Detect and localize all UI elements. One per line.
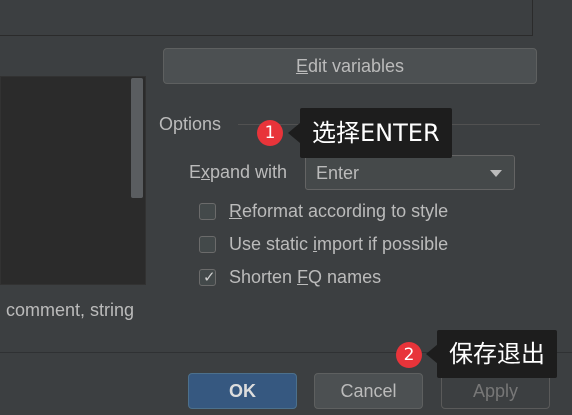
annotation-callout-1: 选择ENTER bbox=[300, 108, 452, 158]
annotation-pointer-1 bbox=[288, 123, 300, 143]
static-import-label-start: Use static bbox=[229, 234, 314, 254]
shorten-fq-checkbox-label[interactable]: Shorten FQ names bbox=[229, 267, 381, 288]
cancel-button[interactable]: Cancel bbox=[314, 373, 423, 409]
ok-button[interactable]: OK bbox=[188, 373, 297, 409]
expand-with-label-end: pand with bbox=[210, 162, 288, 182]
expand-with-mnemonic: x bbox=[201, 162, 211, 182]
expand-with-label: Expand with bbox=[189, 162, 287, 183]
editor-scrollbar-thumb[interactable] bbox=[131, 78, 143, 198]
reformat-label-end: eformat according to style bbox=[242, 201, 449, 221]
options-group-title: Options bbox=[159, 114, 222, 134]
edit-variables-button[interactable]: Edit variables bbox=[163, 48, 537, 84]
annotation-badge-1: 1 bbox=[257, 120, 283, 146]
reformat-mnemonic: R bbox=[229, 201, 242, 221]
reformat-checkbox-label[interactable]: Reformat according to style bbox=[229, 201, 448, 222]
annotation-callout-2: 保存退出 bbox=[437, 330, 557, 378]
chevron-down-icon[interactable] bbox=[490, 170, 502, 177]
apply-button[interactable]: Apply bbox=[441, 373, 550, 409]
previous-panel-frame bbox=[0, 0, 533, 36]
expand-with-label-start: E bbox=[189, 162, 202, 182]
edit-variables-mnemonic: E bbox=[295, 56, 308, 76]
shorten-fq-mnemonic: F bbox=[297, 267, 309, 287]
expand-with-selected-value: Enter bbox=[316, 163, 360, 183]
template-text-editor[interactable] bbox=[0, 76, 146, 285]
applicable-context-text[interactable]: comment, string bbox=[6, 300, 134, 321]
checkmark-icon: ✓ bbox=[203, 268, 216, 286]
annotation-badge-2: 2 bbox=[396, 342, 422, 368]
window-edge bbox=[533, 0, 572, 36]
shorten-fq-label-start: Shorten bbox=[229, 267, 298, 287]
static-import-checkbox-label[interactable]: Use static import if possible bbox=[229, 234, 448, 255]
edit-variables-label: dit variables bbox=[307, 56, 405, 76]
shorten-fq-checkbox[interactable]: ✓ bbox=[199, 268, 216, 286]
shorten-fq-label-end: Q names bbox=[308, 267, 382, 287]
static-import-checkbox[interactable] bbox=[199, 236, 216, 253]
expand-with-dropdown[interactable]: Enter bbox=[305, 155, 515, 190]
static-import-label-end: mport if possible bbox=[317, 234, 449, 254]
reformat-checkbox[interactable] bbox=[199, 203, 216, 220]
